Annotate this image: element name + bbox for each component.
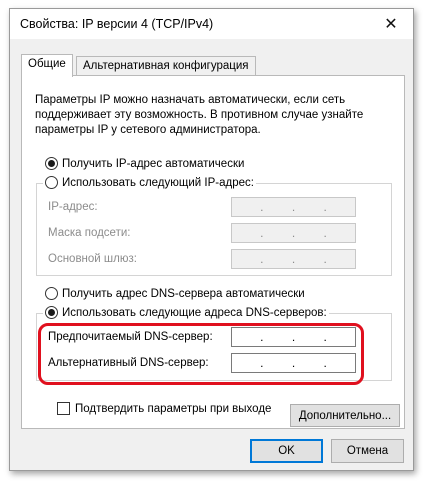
advanced-button[interactable]: Дополнительно... — [290, 404, 400, 427]
title-bar: Свойства: IP версии 4 (TCP/IPv4) ✕ — [10, 9, 413, 39]
cancel-button[interactable]: Отмена — [331, 439, 404, 463]
dns-highlight-annotation — [38, 323, 364, 385]
radio-ip-auto-indicator[interactable] — [45, 157, 58, 170]
validate-settings-box[interactable] — [57, 402, 70, 415]
ip-address-label: IP-адрес: — [48, 201, 98, 213]
ok-button[interactable]: OK — [250, 439, 323, 463]
radio-ip-auto[interactable]: Получить IP-адрес автоматически — [45, 157, 244, 170]
subnet-mask-label: Маска подсети: — [48, 227, 131, 239]
radio-ip-auto-label: Получить IP-адрес автоматически — [62, 157, 245, 170]
window-title: Свойства: IP версии 4 (TCP/IPv4) — [20, 17, 214, 31]
radio-dns-manual-label: Использовать следующие адреса DNS-сервер… — [62, 306, 327, 319]
tab-general[interactable]: Общие — [21, 54, 73, 77]
ip-address-input[interactable]: . . . — [231, 197, 356, 217]
radio-ip-manual[interactable]: Использовать следующий IP-адрес: — [43, 176, 256, 189]
close-icon[interactable]: ✕ — [369, 9, 413, 39]
validate-settings-checkbox[interactable]: Подтвердить параметры при выходе — [57, 402, 271, 415]
radio-dns-auto[interactable]: Получить адрес DNS-сервера автоматически — [45, 287, 305, 300]
radio-dns-manual[interactable]: Использовать следующие адреса DNS-сервер… — [43, 306, 329, 319]
tab-alternate-config[interactable]: Альтернативная конфигурация — [76, 56, 256, 76]
radio-dns-auto-indicator[interactable] — [45, 287, 58, 300]
subnet-mask-input[interactable]: . . . — [231, 223, 356, 243]
radio-dns-manual-indicator[interactable] — [45, 306, 58, 319]
radio-dns-auto-label: Получить адрес DNS-сервера автоматически — [62, 287, 305, 300]
validate-settings-label: Подтвердить параметры при выходе — [75, 402, 272, 415]
radio-ip-manual-indicator[interactable] — [45, 176, 58, 189]
properties-dialog: Свойства: IP версии 4 (TCP/IPv4) ✕ Общие… — [9, 8, 414, 471]
info-text: Параметры IP можно назначать автоматичес… — [35, 94, 364, 136]
default-gateway-label: Основной шлюз: — [48, 253, 137, 265]
radio-ip-manual-label: Использовать следующий IP-адрес: — [62, 176, 254, 189]
default-gateway-input[interactable]: . . . — [231, 249, 356, 269]
